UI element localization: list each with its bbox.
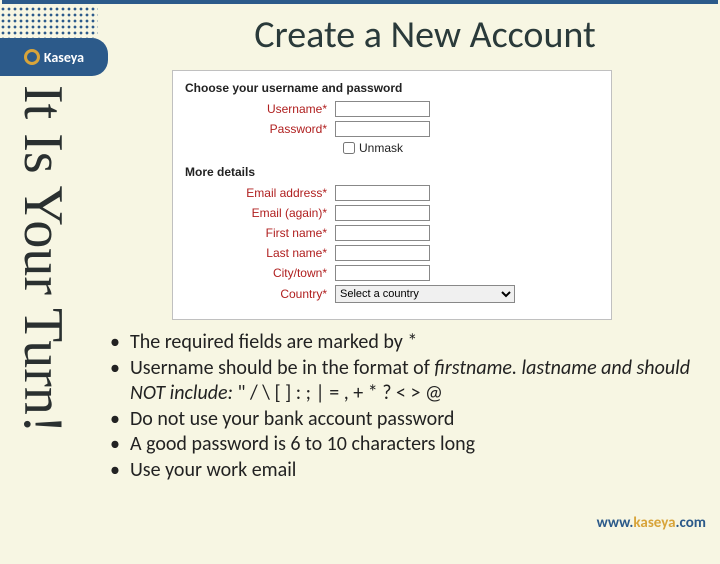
password-field[interactable]: [335, 121, 430, 137]
unmask-checkbox[interactable]: [343, 142, 355, 154]
section-credentials-title: Choose your username and password: [185, 81, 599, 95]
row-password: Password*: [185, 121, 599, 137]
email-label: Email address*: [185, 186, 335, 200]
email-confirm-field[interactable]: [335, 205, 430, 221]
row-firstname: First name*: [185, 225, 599, 241]
unmask-row: Unmask: [343, 141, 599, 155]
row-city: City/town*: [185, 265, 599, 281]
bullet-text: The required fields are marked by *: [130, 330, 417, 356]
section-details-title: More details: [185, 165, 599, 179]
email-field[interactable]: [335, 185, 430, 201]
password-label: Password*: [185, 122, 335, 136]
unmask-label: Unmask: [359, 141, 403, 155]
lastname-label: Last name*: [185, 246, 335, 260]
bullet-text: Username should be in the format of firs…: [130, 356, 690, 407]
country-label: Country*: [185, 287, 335, 301]
brand-ring-icon: [24, 49, 40, 65]
instructions-list: The required fields are marked by * User…: [110, 330, 690, 484]
page-title: Create a New Account: [150, 12, 700, 58]
brand-name: Kaseya: [44, 49, 84, 66]
firstname-field[interactable]: [335, 225, 430, 241]
city-field[interactable]: [335, 265, 430, 281]
row-country: Country* Select a country: [185, 285, 599, 303]
list-item: Username should be in the format of firs…: [110, 356, 690, 407]
brand-dots-decoration: [0, 6, 98, 38]
list-item: Do not use your bank account password: [110, 407, 690, 433]
list-item: Use your work email: [110, 458, 690, 484]
row-email-confirm: Email (again)*: [185, 205, 599, 221]
username-field[interactable]: [335, 101, 430, 117]
row-username: Username*: [185, 101, 599, 117]
username-label: Username*: [185, 102, 335, 116]
list-item: A good password is 6 to 10 characters lo…: [110, 432, 690, 458]
bullet-text: A good password is 6 to 10 characters lo…: [130, 432, 475, 458]
country-select[interactable]: Select a country: [335, 285, 515, 303]
row-lastname: Last name*: [185, 245, 599, 261]
account-form-panel: Choose your username and password Userna…: [172, 70, 612, 320]
list-item: The required fields are marked by *: [110, 330, 690, 356]
brand-logo: Kaseya: [0, 38, 108, 76]
bullet-text: Do not use your bank account password: [130, 407, 454, 433]
bullet-text: Use your work email: [130, 458, 296, 484]
sidebar-callout: It Is Your Turn!: [15, 85, 71, 434]
email-confirm-label: Email (again)*: [185, 206, 335, 220]
firstname-label: First name*: [185, 226, 335, 240]
lastname-field[interactable]: [335, 245, 430, 261]
city-label: City/town*: [185, 266, 335, 280]
footer-url: www.kaseya.com: [597, 514, 706, 532]
row-email: Email address*: [185, 185, 599, 201]
